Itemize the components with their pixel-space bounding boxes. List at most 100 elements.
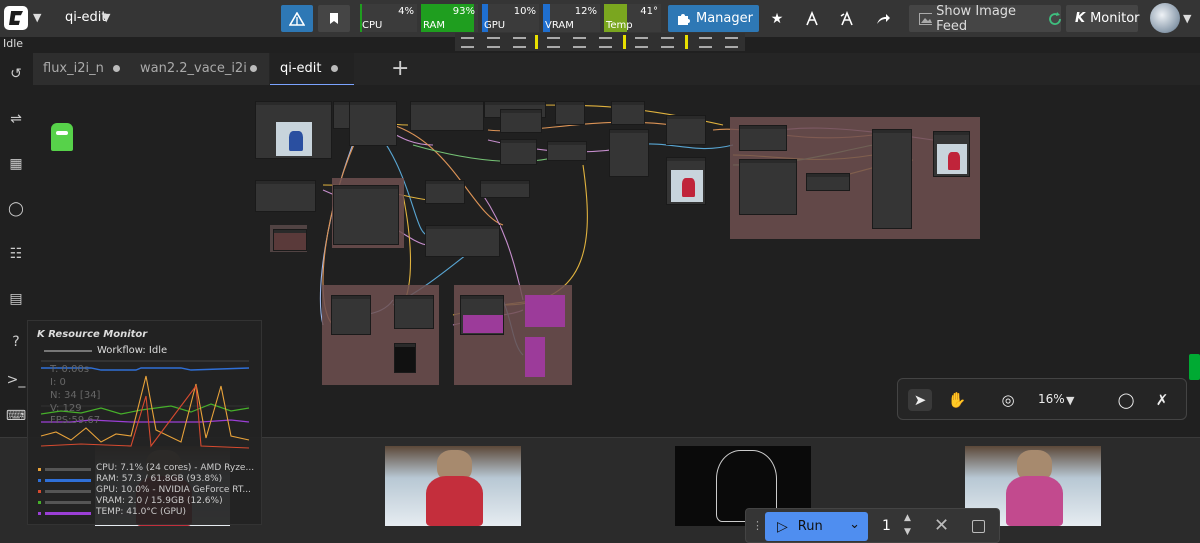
align-left-icon[interactable] xyxy=(461,37,474,48)
zoom-menu-chevron-icon[interactable]: ▼ xyxy=(1066,394,1074,407)
node[interactable] xyxy=(331,295,371,335)
chevron-down-icon[interactable]: ▼ xyxy=(33,11,41,24)
node[interactable] xyxy=(394,295,434,329)
unsaved-dot-icon[interactable] xyxy=(250,65,257,72)
node[interactable] xyxy=(255,180,316,212)
preview-image-node[interactable] xyxy=(666,157,706,205)
share-button[interactable] xyxy=(867,5,899,32)
model-download-button[interactable] xyxy=(796,5,828,32)
select-tool-icon[interactable]: ➤ xyxy=(908,389,932,411)
node[interactable] xyxy=(500,139,537,165)
resource-monitor-panel[interactable]: K Resource Monitor Workflow: Idle T: 0.0… xyxy=(27,320,262,525)
show-image-feed-button[interactable]: Show Image Feed xyxy=(909,4,1061,34)
node[interactable] xyxy=(555,101,585,125)
preview-image-node[interactable] xyxy=(394,343,416,373)
legend-cpu: CPU: 7.1% (24 cores) - AMD Ryze... xyxy=(96,463,255,473)
gpu-meter-value: 10% xyxy=(513,6,536,17)
align-top-icon[interactable] xyxy=(547,37,560,48)
workflows-icon[interactable]: ◯ xyxy=(6,199,26,219)
stop-icon[interactable] xyxy=(972,520,985,533)
save-image-node[interactable] xyxy=(933,131,970,177)
align-marker-icon xyxy=(623,35,626,49)
zoom-level[interactable]: 16% xyxy=(1038,392,1065,406)
history-icon[interactable]: ↺ xyxy=(6,64,26,84)
bookmark-button[interactable] xyxy=(318,5,350,32)
monitor-stat: FPS:59.67 xyxy=(50,415,101,426)
node[interactable] xyxy=(273,229,307,251)
help-icon[interactable]: ? xyxy=(6,332,26,352)
load-image-node[interactable] xyxy=(255,101,332,159)
distribute-horizontal-icon[interactable] xyxy=(635,37,648,48)
workflow-name[interactable]: qi-edit xyxy=(65,10,107,25)
hand-tool-icon[interactable]: ✋ xyxy=(945,389,969,411)
align-marker-icon xyxy=(685,35,688,49)
run-options-chevron-icon[interactable]: ⌄ xyxy=(849,517,860,532)
legend-gpu: GPU: 10.0% - NVIDIA GeForce RT... xyxy=(96,485,251,495)
tab-flux-i2i-n[interactable]: flux_i2i_n xyxy=(33,53,130,85)
muted-node[interactable] xyxy=(463,315,503,333)
model-upload-button[interactable] xyxy=(831,5,863,32)
monitor-prefix: K xyxy=(1075,11,1086,26)
tab-wan2-2-vace-i2i[interactable]: wan2.2_vace_i2i xyxy=(130,53,269,85)
node[interactable] xyxy=(547,141,587,161)
batch-stepper-icon[interactable]: ▲ ▼ xyxy=(904,511,911,539)
fit-view-icon[interactable]: ◎ xyxy=(996,389,1020,411)
node[interactable] xyxy=(872,129,912,229)
node[interactable] xyxy=(349,101,397,146)
queue-logo-button[interactable] xyxy=(281,5,313,32)
align-bottom-icon[interactable] xyxy=(599,37,612,48)
user-menu-chevron-icon[interactable]: ▼ xyxy=(1183,12,1191,25)
node[interactable] xyxy=(666,115,706,145)
cancel-icon[interactable]: ✕ xyxy=(934,515,949,536)
node[interactable] xyxy=(480,180,530,198)
node[interactable] xyxy=(425,180,465,204)
user-avatar[interactable] xyxy=(1150,3,1180,33)
node[interactable] xyxy=(333,185,399,245)
muted-node[interactable] xyxy=(525,295,565,327)
node[interactable] xyxy=(609,129,649,177)
node-library-icon[interactable]: ▦ xyxy=(6,154,26,174)
node[interactable] xyxy=(739,159,797,215)
model-library-icon[interactable]: ⇌ xyxy=(6,109,26,129)
align-middle-icon[interactable] xyxy=(573,37,586,48)
queue-icon[interactable]: ▤ xyxy=(6,289,26,309)
monitor-stat: V: 129 xyxy=(50,403,82,414)
templates-icon[interactable]: ☷ xyxy=(6,244,26,264)
equal-width-icon[interactable] xyxy=(699,37,712,48)
node[interactable] xyxy=(739,125,787,151)
align-right-icon[interactable] xyxy=(513,37,526,48)
unsaved-dot-icon[interactable] xyxy=(113,65,120,72)
favorite-button[interactable]: ★ xyxy=(761,5,793,32)
keyboard-icon[interactable]: ⌨ xyxy=(6,406,26,426)
node[interactable] xyxy=(425,225,500,257)
lightbulb-icon[interactable]: ◯ xyxy=(1114,389,1138,411)
distribute-vertical-icon[interactable] xyxy=(661,37,674,48)
ram-meter-label: RAM xyxy=(423,20,446,31)
node[interactable] xyxy=(611,101,645,125)
hide-links-icon[interactable]: ✗ xyxy=(1150,389,1174,411)
run-button[interactable]: ▷ Run ⌄ xyxy=(765,512,868,541)
terminal-icon[interactable]: >_ xyxy=(6,370,26,390)
comfy-logo-button[interactable] xyxy=(4,6,28,30)
workflow-menu-chevron-icon[interactable]: ▼ xyxy=(102,11,110,24)
ram-meter: RAM 93% xyxy=(421,4,478,32)
resource-monitor-button[interactable]: K Monitor xyxy=(1066,5,1140,32)
node[interactable] xyxy=(806,173,850,191)
unsaved-dot-icon[interactable] xyxy=(331,65,338,72)
node[interactable] xyxy=(410,101,484,131)
tab-qi-edit[interactable]: qi-edit xyxy=(270,53,354,85)
side-panel-toggle[interactable] xyxy=(1189,354,1200,380)
resource-monitor-title: K Resource Monitor xyxy=(37,329,147,340)
muted-node[interactable] xyxy=(525,337,545,377)
top-bar: ▼ qi-edit ▼ CPU 4% RAM 93% GPU 10% VRAM … xyxy=(0,0,1200,37)
legend-swatch xyxy=(45,479,91,482)
manager-button[interactable]: Manager xyxy=(668,5,759,32)
node[interactable] xyxy=(500,109,542,133)
refresh-icon xyxy=(1049,11,1061,25)
batch-count-input[interactable]: 1 xyxy=(882,518,891,534)
feed-image[interactable] xyxy=(385,446,521,526)
add-tab-icon[interactable]: + xyxy=(391,56,409,81)
equal-height-icon[interactable] xyxy=(725,37,738,48)
workflow-tabs: flux_i2i_n wan2.2_vace_i2i qi-edit + xyxy=(33,53,1200,85)
align-center-icon[interactable] xyxy=(487,37,500,48)
